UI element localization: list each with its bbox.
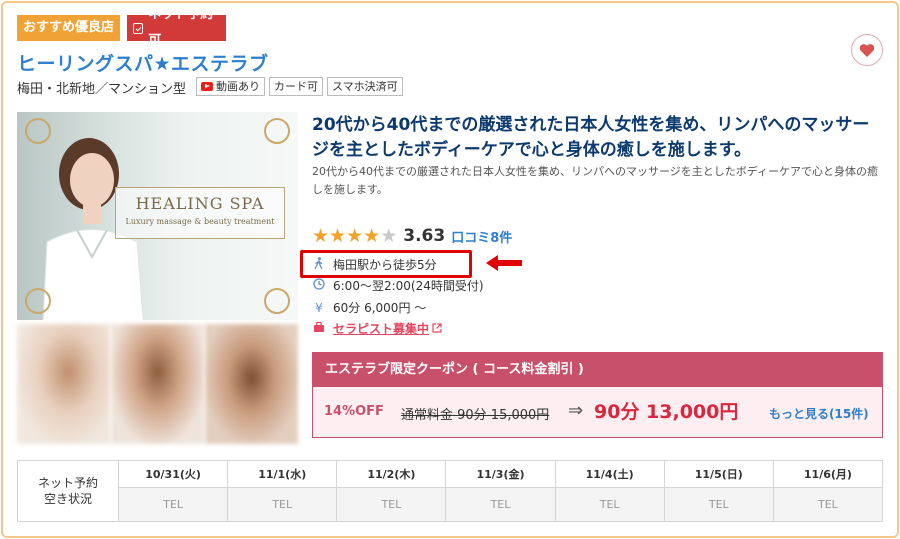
spa-logo-frame: HEALING SPA Luxury massage & beauty trea… — [115, 187, 285, 239]
schedule-day: 11/2(木) — [336, 460, 447, 488]
schedule-slot-tel[interactable]: TEL — [663, 487, 774, 522]
highlight-arrow-icon — [486, 255, 522, 271]
ornament-icon — [264, 288, 290, 314]
schedule-slot-tel[interactable]: TEL — [445, 487, 556, 522]
star-empty-icon: ★ — [380, 225, 398, 247]
area-type: 梅田・北新地／マンション型 — [17, 82, 187, 97]
net-reserve-label: ネット予約可 — [148, 7, 214, 48]
schedule-day: 11/3(金) — [445, 460, 556, 488]
coupon-arrow: ⇒ — [568, 400, 584, 421]
schedule-slot-tel[interactable]: TEL — [117, 487, 229, 522]
schedule-slot-tel[interactable]: TEL — [227, 487, 338, 522]
therapist-thumbnail[interactable] — [205, 324, 298, 444]
ornament-icon — [25, 118, 51, 144]
price-info: ¥ 60分 6,000円 〜 — [312, 299, 426, 316]
spa-logo-subtitle: Luxury massage & beauty treatment — [125, 217, 275, 226]
recruit-link[interactable]: セラピスト募集中 — [333, 320, 429, 337]
therapist-thumbnail[interactable] — [111, 324, 204, 444]
coupon-header: エステラブ限定クーポン ( コース料金割引 ) — [313, 353, 882, 387]
star-icon: ★ — [312, 225, 330, 247]
net-reserve-badge: ネット予約可 — [127, 7, 226, 48]
schedule-slot-tel[interactable]: TEL — [554, 487, 665, 522]
star-icon: ★ — [363, 225, 381, 247]
rating: ★ ★ ★ ★ ★ 3.63 口コミ8件 — [312, 226, 512, 246]
feature-tags: 動画あり カード可 スマホ決済可 — [196, 77, 403, 96]
favorite-button[interactable] — [851, 34, 883, 66]
schedule-slot-tel[interactable]: TEL — [336, 487, 447, 522]
heart-icon — [859, 43, 875, 57]
main-shop-photo[interactable]: HEALING SPA Luxury massage & beauty trea… — [17, 112, 298, 320]
schedule-day: 10/31(火) — [117, 460, 229, 488]
ornament-icon — [25, 288, 51, 314]
shop-name-link[interactable]: ヒーリングスパ★エステラブ — [17, 49, 269, 76]
ornament-icon — [264, 118, 290, 144]
bag-icon — [312, 321, 326, 336]
shop-headline: 20代から40代までの厳選された日本人女性を集め、リンパへのマッサージを主とした… — [312, 115, 870, 160]
star-icon: ★ — [329, 225, 347, 247]
hours-info: 6:00〜翌2:00(24時間受付) — [312, 277, 484, 294]
schedule-day: 11/1(水) — [227, 460, 338, 488]
coupon-new-price: 90分 13,000円 — [594, 401, 739, 423]
tag-video: 動画あり — [196, 77, 265, 96]
clock-icon — [312, 278, 326, 293]
youtube-icon — [201, 82, 213, 91]
schedule-label: ネット予約 空き状況 — [17, 460, 119, 522]
coupon-more-link[interactable]: もっと見る(15件) — [769, 405, 869, 422]
schedule-day: 11/6(月) — [772, 460, 884, 488]
coupon-body: 14%OFF 通常料金 90分 15,000円 ⇒ 90分 13,000円 もっ… — [313, 387, 882, 437]
schedule-day: 11/5(日) — [663, 460, 774, 488]
walking-icon — [312, 256, 326, 273]
access-info: 梅田駅から徒歩5分 — [312, 256, 437, 273]
price-text: 60分 6,000円 〜 — [333, 301, 427, 315]
rating-score: 3.63 — [403, 226, 446, 246]
shop-description: 20代から40代までの厳選された日本人女性を集め、リンパへのマッサージを主とした… — [312, 165, 879, 196]
tag-mobile-pay: スマホ決済可 — [327, 77, 403, 96]
recommended-badge: おすすめ優良店 — [17, 15, 120, 41]
spa-logo-title: HEALING SPA — [135, 194, 265, 213]
review-count-link[interactable]: 口コミ8件 — [451, 227, 512, 246]
therapist-thumbnail[interactable] — [17, 324, 110, 444]
star-icon: ★ — [346, 225, 364, 247]
hours-text: 6:00〜翌2:00(24時間受付) — [333, 279, 484, 293]
coupon-box: エステラブ限定クーポン ( コース料金割引 ) 14%OFF 通常料金 90分 … — [312, 352, 883, 438]
calendar-check-icon — [133, 22, 144, 34]
yen-icon: ¥ — [315, 300, 323, 315]
access-text: 梅田駅から徒歩5分 — [333, 258, 437, 272]
coupon-regular-price: 通常料金 90分 15,000円 — [401, 408, 550, 423]
schedule-slot-tel[interactable]: TEL — [772, 487, 884, 522]
schedule-day: 11/4(土) — [554, 460, 665, 488]
reservation-schedule: ネット予約 空き状況 10/31(火) 11/1(水) 11/2(木) 11/3… — [17, 460, 884, 522]
recruit-info[interactable]: セラピスト募集中 — [312, 320, 442, 337]
external-link-icon — [432, 322, 442, 336]
coupon-discount: 14%OFF — [324, 404, 384, 419]
tag-card: カード可 — [269, 77, 323, 96]
